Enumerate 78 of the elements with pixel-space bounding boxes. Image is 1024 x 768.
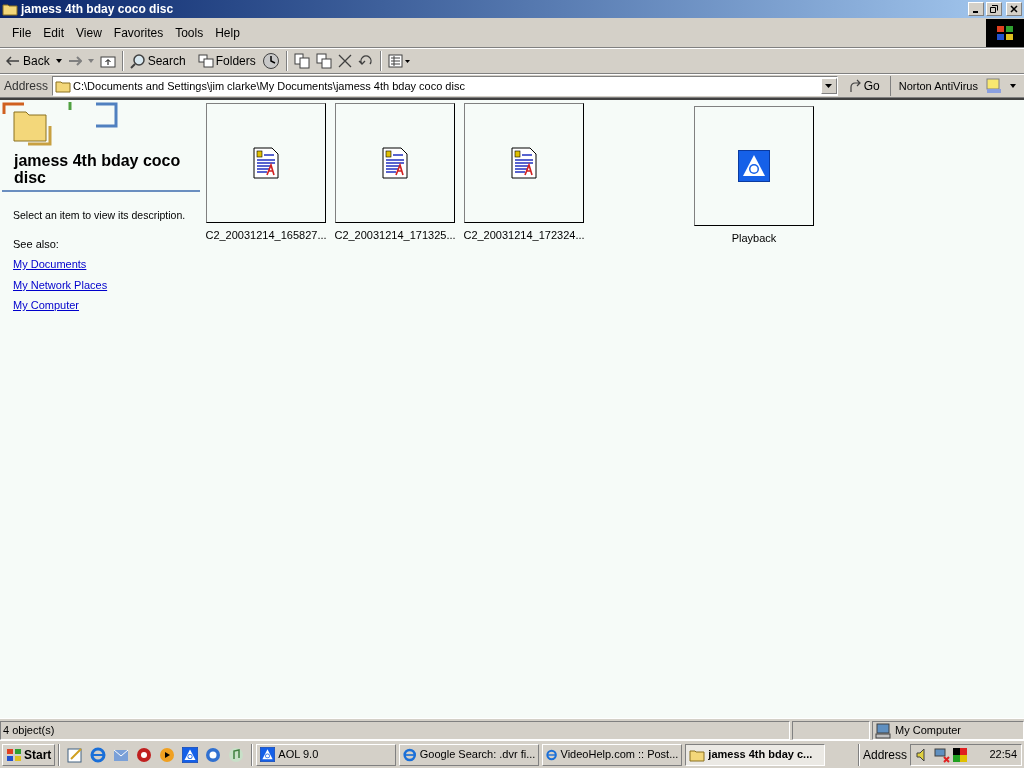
delete-icon[interactable] [337, 54, 352, 68]
views-icon[interactable] [387, 54, 410, 68]
restore-button[interactable] [986, 2, 1002, 16]
disc-icon[interactable] [136, 746, 153, 763]
clock: 22:54 [989, 747, 1017, 763]
sidebar-link[interactable]: My Documents [13, 256, 87, 273]
network-disconnected-icon[interactable] [934, 746, 950, 763]
file-name[interactable]: C2_20031214_171325... [334, 227, 456, 244]
go-arrow-icon [847, 79, 862, 93]
caret-icon[interactable] [55, 59, 62, 63]
menu-item[interactable]: View [70, 23, 108, 42]
up-folder-icon[interactable] [99, 54, 116, 68]
menu-item[interactable]: File [6, 23, 38, 42]
history-icon[interactable] [261, 52, 280, 70]
restore-icon [990, 5, 998, 13]
menu-item[interactable]: Tools [169, 23, 210, 42]
computer-icon [875, 722, 891, 739]
sidebar-link[interactable]: My Computer [13, 297, 80, 314]
triangle-logo-icon [260, 747, 276, 762]
taskbar-button[interactable]: AOL 9.0 [256, 743, 397, 766]
folder-icon [55, 79, 72, 93]
folders-icon [197, 54, 214, 68]
file-name[interactable]: C2_20031214_165827... [205, 227, 327, 244]
caret-icon[interactable] [1010, 84, 1016, 88]
folder-icon [689, 747, 706, 762]
taskbar-button[interactable]: VideoHelp.com :: Post... [542, 743, 683, 766]
document-icon [381, 147, 409, 179]
status-text: 4 object(s) [0, 721, 790, 740]
folders-button[interactable]: Folders [197, 52, 256, 70]
document-icon [252, 147, 280, 179]
thumbnail-frame[interactable] [206, 103, 326, 223]
address-label: Address [4, 78, 49, 95]
address-field[interactable]: C:\Documents and Settings\jim clarke\My Documents\jamess 4th bday coco disc [52, 76, 838, 96]
browser-icon [403, 746, 417, 763]
location-text: My Computer [895, 723, 962, 739]
taskbar-button[interactable]: Google Search: .dvr fi... [399, 743, 540, 766]
move-to-icon[interactable] [293, 53, 310, 69]
go-button[interactable]: Go [841, 77, 886, 95]
media-player-icon[interactable] [159, 746, 176, 763]
windows-flag-icon [6, 747, 22, 762]
file-name[interactable]: C2_20031214_172324... [463, 227, 585, 244]
thumbnail-frame[interactable] [464, 103, 584, 223]
browser-icon [90, 746, 107, 763]
thumbnail-frame[interactable] [335, 103, 455, 223]
address-toolbar-label: Address [862, 746, 907, 764]
sidebar-title: jamess 4th bday coco disc [2, 152, 200, 192]
menu-item[interactable]: Edit [37, 23, 71, 42]
notepad-icon[interactable] [67, 746, 84, 763]
description-text: Select an item to view its description. [12, 208, 187, 223]
undo-icon[interactable] [357, 55, 374, 67]
close-button[interactable] [1006, 2, 1022, 16]
document-icon [510, 147, 538, 179]
sidebar-link[interactable]: My Network Places [13, 276, 108, 294]
color-square-icon[interactable] [953, 747, 967, 762]
menu-item[interactable]: Help [209, 23, 246, 42]
norton-antivirus-button[interactable]: Norton AntiVirus [894, 77, 982, 95]
windows-logo [986, 18, 1024, 47]
taskbar-button[interactable]: jamess 4th bday c... [685, 743, 826, 766]
window-title: jamess 4th bday coco disc [21, 1, 174, 18]
forward-arrow-icon[interactable] [67, 56, 82, 66]
file-name[interactable]: Playback [731, 230, 777, 247]
search-icon [129, 53, 146, 69]
start-button[interactable]: Start [2, 743, 56, 766]
menu-item[interactable]: Favorites [107, 23, 170, 42]
copy-to-icon[interactable] [315, 53, 332, 69]
thumbnail-frame[interactable] [694, 106, 814, 226]
back-button[interactable]: Back [6, 52, 50, 70]
dropdown-button[interactable] [820, 78, 837, 94]
search-button[interactable]: Search [129, 52, 186, 70]
close-icon [1010, 5, 1018, 13]
triangle-logo-icon [182, 746, 199, 763]
see-also-label: See also: [12, 236, 60, 252]
triangle-logo-icon [738, 150, 770, 182]
back-arrow-icon [6, 56, 20, 66]
address-value: C:\Documents and Settings\jim clarke\My Documents\jamess 4th bday coco disc [73, 78, 465, 94]
minimize-button[interactable] [968, 2, 984, 16]
folder-icon [2, 2, 18, 16]
caret-icon [825, 84, 833, 88]
